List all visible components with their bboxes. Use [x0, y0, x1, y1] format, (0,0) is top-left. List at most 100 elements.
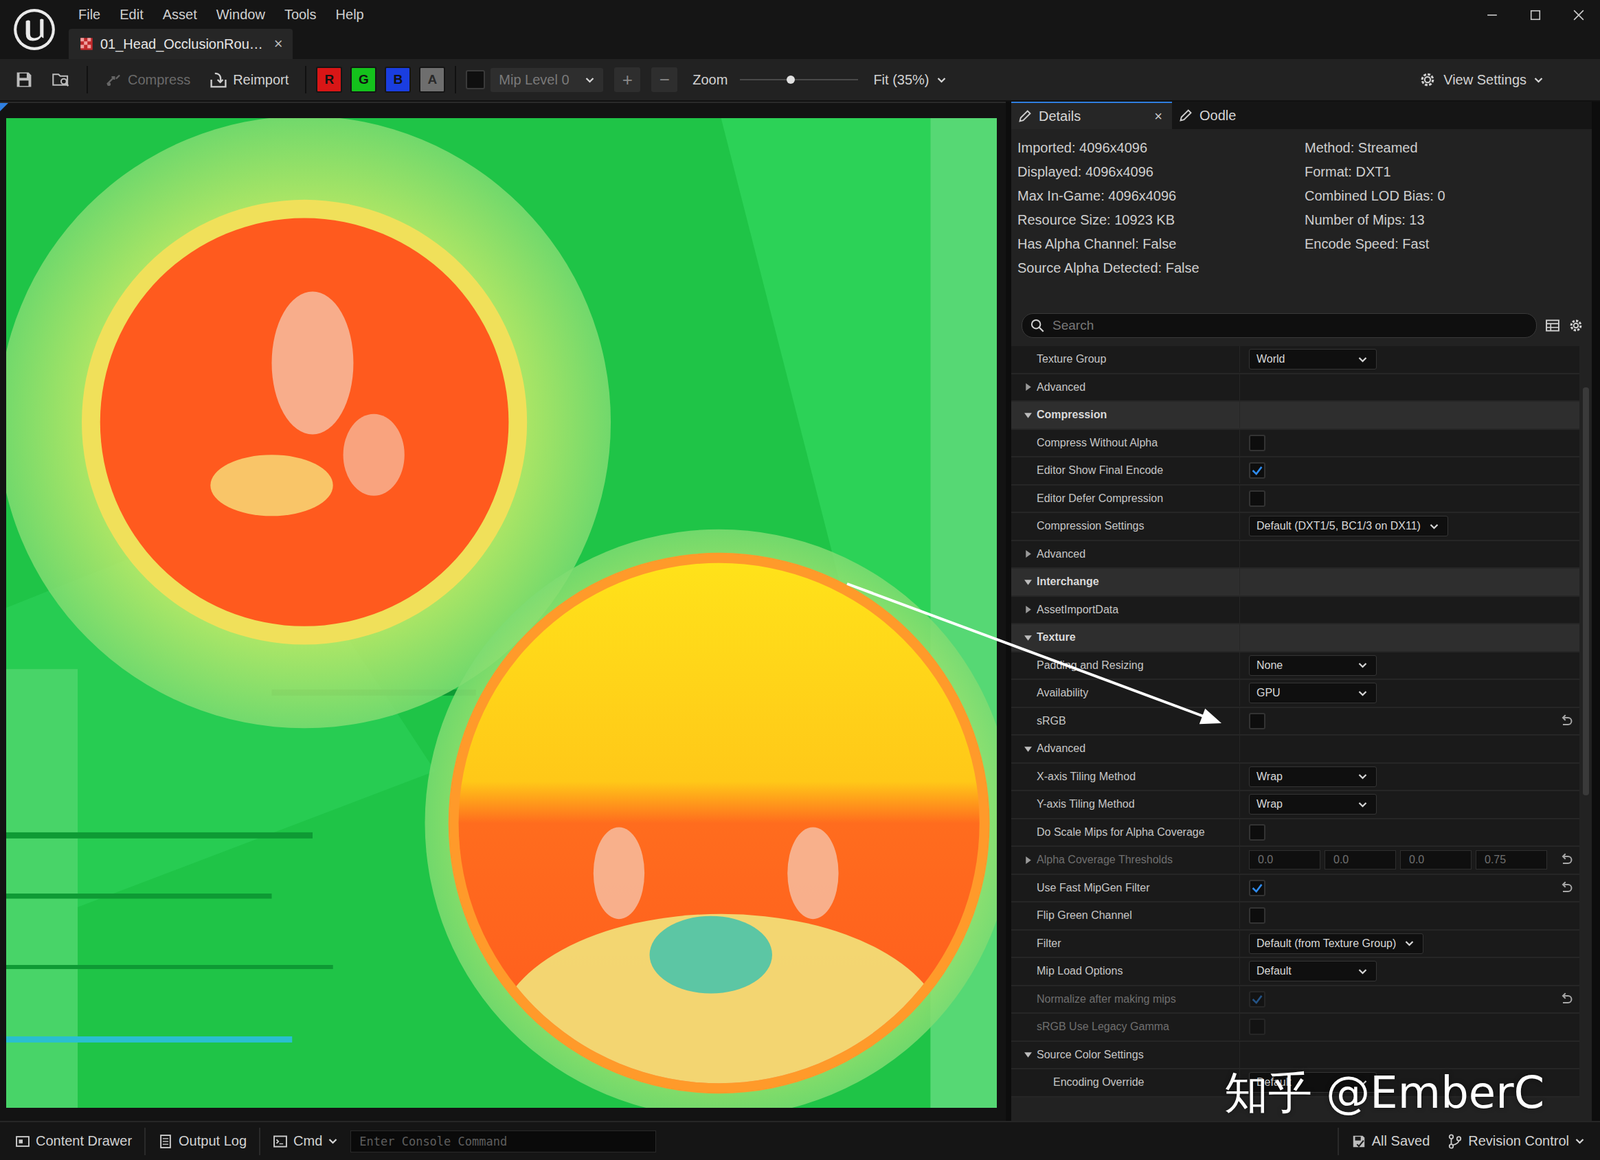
- property-checkbox[interactable]: [1248, 713, 1266, 730]
- tab-close-button[interactable]: ×: [269, 35, 284, 53]
- collapsed-arrow-icon[interactable]: [1023, 855, 1033, 865]
- collapsed-arrow-icon[interactable]: [1023, 605, 1033, 615]
- property-dropdown[interactable]: World: [1248, 348, 1377, 370]
- property-row[interactable]: AssetImportData: [1011, 596, 1580, 626]
- property-row[interactable]: Editor Show Final Encode: [1011, 457, 1580, 486]
- property-row[interactable]: Normalize after making mips: [1011, 986, 1580, 1015]
- search-field[interactable]: Search: [1021, 313, 1537, 338]
- maximize-button[interactable]: [1513, 0, 1557, 31]
- vector-field[interactable]: 0.0: [1324, 850, 1396, 870]
- zoom-slider[interactable]: [739, 71, 859, 88]
- property-dropdown[interactable]: Default (DXT1/5, BC1/3 on DX11): [1248, 515, 1449, 537]
- all-saved-button[interactable]: All Saved: [1345, 1130, 1436, 1153]
- collapsed-arrow-icon[interactable]: [1023, 382, 1033, 392]
- property-checkbox[interactable]: [1248, 1018, 1266, 1036]
- channel-toggle[interactable]: G: [350, 66, 377, 93]
- property-checkbox[interactable]: [1248, 824, 1266, 841]
- content-drawer-button[interactable]: Content Drawer: [9, 1130, 138, 1153]
- expanded-arrow-icon[interactable]: [1023, 633, 1033, 643]
- texture-viewport[interactable]: [0, 101, 1006, 1122]
- close-button[interactable]: [1556, 0, 1600, 31]
- property-row[interactable]: Interchange: [1011, 568, 1580, 597]
- view-settings-button[interactable]: View Settings: [1418, 70, 1544, 89]
- property-row[interactable]: Y-axis Tiling Method Wrap: [1011, 791, 1580, 820]
- property-row[interactable]: Advanced: [1011, 735, 1580, 764]
- property-row[interactable]: Advanced: [1011, 541, 1580, 570]
- unreal-logo-icon[interactable]: [11, 6, 58, 53]
- fit-dropdown[interactable]: Fit (35%): [873, 72, 946, 88]
- browse-button[interactable]: [45, 66, 77, 93]
- property-row[interactable]: Compression Settings Default (DXT1/5, BC…: [1011, 513, 1580, 542]
- menu-item[interactable]: Asset: [154, 4, 206, 26]
- expanded-arrow-icon[interactable]: [1023, 1050, 1033, 1060]
- property-row[interactable]: Flip Green Channel: [1011, 902, 1580, 931]
- reset-arrow-icon[interactable]: [1559, 992, 1574, 1007]
- property-checkbox[interactable]: [1248, 991, 1266, 1008]
- property-dropdown[interactable]: Default: [1248, 961, 1377, 982]
- property-row[interactable]: Encoding Override Default: [1011, 1069, 1580, 1098]
- zoom-out-button[interactable]: −: [651, 67, 678, 93]
- compress-button[interactable]: Compress: [97, 66, 198, 93]
- reimport-button[interactable]: Reimport: [202, 66, 296, 93]
- property-row[interactable]: Compress Without Alpha: [1011, 430, 1580, 459]
- mip-level-dropdown[interactable]: Mip Level 0: [490, 68, 604, 93]
- expanded-arrow-icon[interactable]: [1023, 744, 1033, 754]
- property-row[interactable]: Texture: [1011, 624, 1580, 653]
- property-dropdown[interactable]: Wrap: [1248, 766, 1377, 788]
- property-row[interactable]: X-axis Tiling Method Wrap: [1011, 763, 1580, 793]
- property-dropdown[interactable]: GPU: [1248, 682, 1377, 704]
- menu-item[interactable]: File: [70, 4, 109, 26]
- save-button[interactable]: [8, 66, 40, 93]
- settings-gear-icon[interactable]: [1568, 318, 1584, 334]
- menu-item[interactable]: Help: [327, 4, 373, 26]
- reset-arrow-icon[interactable]: [1559, 714, 1574, 729]
- property-row[interactable]: sRGB Use Legacy Gamma: [1011, 1013, 1580, 1043]
- property-row[interactable]: Advanced: [1011, 374, 1580, 403]
- channel-toggle[interactable]: B: [384, 66, 411, 93]
- property-row[interactable]: Compression: [1011, 401, 1580, 431]
- property-row[interactable]: sRGB: [1011, 708, 1580, 737]
- property-checkbox[interactable]: [1248, 490, 1266, 507]
- revision-control-button[interactable]: Revision Control: [1441, 1130, 1591, 1153]
- cmd-dropdown[interactable]: Cmd: [267, 1130, 344, 1153]
- menu-item[interactable]: Edit: [111, 4, 152, 26]
- property-row[interactable]: Availability GPU: [1011, 680, 1580, 709]
- panel-tab[interactable]: Details ×: [1011, 101, 1173, 130]
- tab-close-button[interactable]: ×: [1154, 108, 1163, 125]
- property-row[interactable]: Padding and Resizing None: [1011, 652, 1580, 681]
- reset-arrow-icon[interactable]: [1559, 853, 1574, 867]
- scrollbar[interactable]: [1579, 346, 1592, 1122]
- property-checkbox[interactable]: [1248, 907, 1266, 925]
- property-row[interactable]: Filter Default (from Texture Group): [1011, 930, 1580, 960]
- property-checkbox[interactable]: [1248, 880, 1266, 897]
- property-row[interactable]: Mip Load Options Default: [1011, 958, 1580, 987]
- property-checkbox[interactable]: [1248, 434, 1266, 452]
- property-dropdown[interactable]: Default (from Texture Group): [1248, 933, 1424, 955]
- property-row[interactable]: Use Fast MipGen Filter: [1011, 875, 1580, 904]
- console-input[interactable]: Enter Console Command: [350, 1130, 657, 1153]
- property-row[interactable]: Texture Group World: [1011, 346, 1580, 375]
- menu-item[interactable]: Window: [208, 4, 274, 26]
- vector-field[interactable]: 0.0: [1400, 850, 1472, 870]
- collapsed-arrow-icon[interactable]: [1023, 549, 1033, 559]
- zoom-in-button[interactable]: +: [614, 67, 641, 93]
- property-row[interactable]: Source Color Settings: [1011, 1042, 1580, 1071]
- channel-toggle[interactable]: A: [419, 66, 446, 93]
- property-dropdown[interactable]: Default: [1248, 1072, 1377, 1094]
- property-checkbox[interactable]: [1248, 462, 1266, 479]
- reset-arrow-icon[interactable]: [1559, 881, 1574, 896]
- document-tab[interactable]: 01_Head_OcclusionRou… ×: [68, 28, 293, 60]
- vector-field[interactable]: 0.0: [1248, 850, 1321, 870]
- expanded-arrow-icon[interactable]: [1023, 410, 1033, 420]
- property-dropdown[interactable]: Wrap: [1248, 794, 1377, 815]
- mip-checkbox[interactable]: [465, 70, 486, 90]
- property-row[interactable]: Do Scale Mips for Alpha Coverage: [1011, 819, 1580, 848]
- property-row[interactable]: Alpha Coverage Thresholds 0.00.00.00.75: [1011, 847, 1580, 876]
- property-row[interactable]: Editor Defer Compression: [1011, 485, 1580, 514]
- vector-field[interactable]: 0.75: [1475, 850, 1548, 870]
- menu-item[interactable]: Tools: [276, 4, 325, 26]
- table-view-icon[interactable]: [1545, 318, 1561, 334]
- panel-tab[interactable]: Oodle: [1172, 101, 1246, 130]
- property-dropdown[interactable]: None: [1248, 655, 1377, 676]
- expanded-arrow-icon[interactable]: [1023, 577, 1033, 587]
